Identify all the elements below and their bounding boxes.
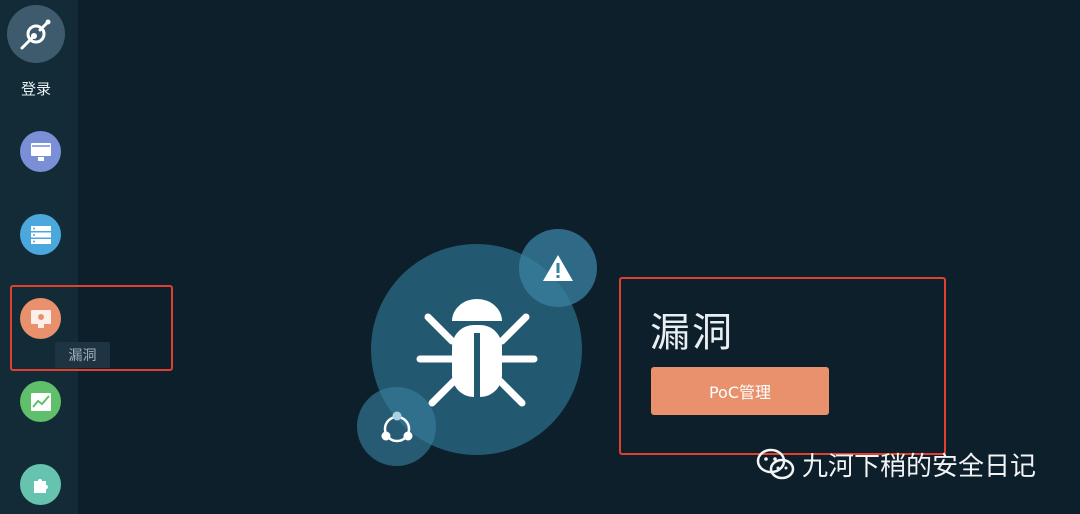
share-badge: [357, 387, 436, 466]
highlight-box-panel: [619, 277, 946, 455]
highlight-box-sidebar: [10, 285, 173, 371]
app-logo[interactable]: [7, 5, 65, 63]
wechat-icon: [756, 448, 795, 479]
sidebar-item-server[interactable]: [20, 214, 61, 255]
sidebar-item-report[interactable]: [20, 381, 61, 422]
planet-logo-icon: [20, 19, 51, 50]
sidebar-item-asset[interactable]: [20, 131, 61, 172]
warning-icon: [543, 255, 573, 281]
bug-icon: [416, 299, 538, 407]
sidebar-item-plugin[interactable]: [20, 464, 61, 505]
share-icon: [381, 411, 412, 442]
monitor-icon: [30, 142, 51, 161]
watermark: 九河下稍的安全日记: [756, 446, 1036, 483]
watermark-text: 九河下稍的安全日记: [802, 452, 1037, 482]
chart-icon: [30, 392, 51, 411]
server-icon: [30, 225, 51, 244]
login-link[interactable]: 登录: [0, 78, 72, 99]
warning-badge: [519, 229, 597, 307]
puzzle-icon: [33, 478, 48, 493]
